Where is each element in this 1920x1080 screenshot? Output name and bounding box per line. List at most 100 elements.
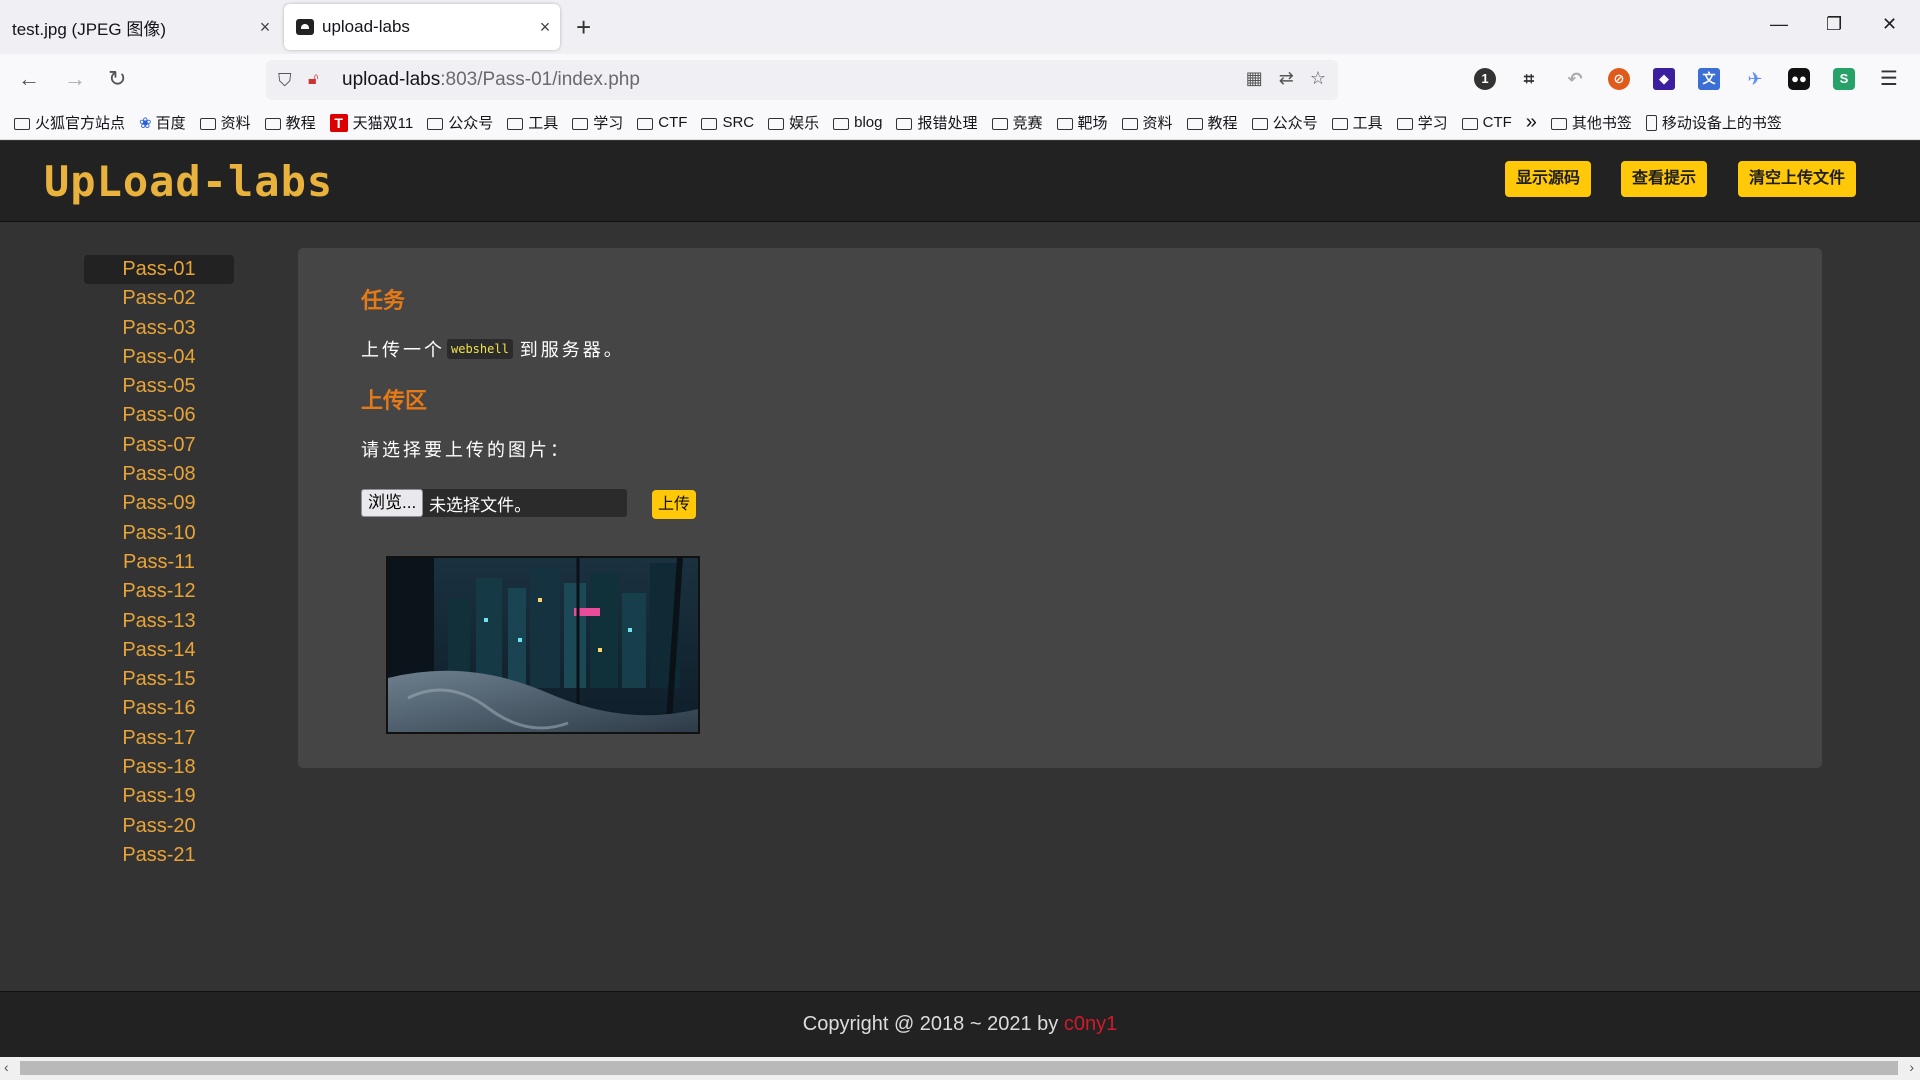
sidebar-item-pass-19[interactable]: Pass-19 xyxy=(84,782,234,811)
extension-bird-icon[interactable]: ✈ xyxy=(1744,68,1766,90)
bookmark-item[interactable]: T 天猫双11 xyxy=(329,112,413,133)
file-input[interactable]: 浏览... 未选择文件。 xyxy=(361,489,627,517)
bookmark-item[interactable]: 学习 xyxy=(572,112,623,133)
restore-window-icon[interactable]: ❐ xyxy=(1826,14,1842,35)
extension-1password-icon[interactable]: 1 xyxy=(1474,68,1496,90)
sidebar-item-pass-01[interactable]: Pass-01 xyxy=(84,255,234,285)
bookmark-item[interactable]: 报错处理 xyxy=(896,112,978,133)
tab-close-icon[interactable]: × xyxy=(250,17,280,38)
browse-button[interactable]: 浏览... xyxy=(361,489,424,517)
bookmark-item[interactable]: CTF xyxy=(1461,114,1512,131)
bookmark-item[interactable]: 娱乐 xyxy=(768,112,819,133)
bookmark-label: 资料 xyxy=(1142,115,1173,132)
close-window-icon[interactable]: ✕ xyxy=(1882,14,1897,35)
bookmark-item[interactable]: 资料 xyxy=(199,112,251,133)
folder-icon xyxy=(1186,117,1203,130)
bookmark-item[interactable]: ❀ 百度 xyxy=(139,112,186,133)
translate-icon[interactable]: ⇄ xyxy=(1279,68,1294,89)
bookmark-label: 百度 xyxy=(155,115,186,132)
extension-stack-icon[interactable]: ◆ xyxy=(1653,68,1675,90)
bookmark-item[interactable]: 资料 xyxy=(1121,112,1173,133)
sidebar-item-pass-07[interactable]: Pass-07 xyxy=(84,431,234,460)
bookmark-label: 火狐官方站点 xyxy=(35,115,126,132)
bookmark-item[interactable]: 工具 xyxy=(1331,112,1383,133)
sidebar-item-pass-18[interactable]: Pass-18 xyxy=(84,753,234,782)
bookmark-item[interactable]: CTF xyxy=(637,114,687,131)
tab-upload-labs[interactable]: upload-labs × xyxy=(284,4,560,50)
new-tab-button[interactable]: + xyxy=(576,14,591,40)
sidebar-item-pass-16[interactable]: Pass-16 xyxy=(84,694,234,723)
bookmark-item[interactable]: 教程 xyxy=(1186,112,1238,133)
bookmark-star-icon[interactable]: ☆ xyxy=(1310,68,1326,89)
task-title: 任务 xyxy=(361,288,406,313)
sidebar-item-pass-05[interactable]: Pass-05 xyxy=(84,372,234,401)
folder-icon xyxy=(1331,117,1348,130)
qr-code-icon[interactable]: ▦ xyxy=(1246,68,1263,89)
back-arrow-icon[interactable]: ← xyxy=(18,66,40,92)
browser-nav-bar: ← → ↻ ⛉ 🔓︎ upload-labs:803/Pass-01/index… xyxy=(0,54,1920,106)
forward-arrow-icon[interactable]: → xyxy=(64,66,86,92)
bookmark-item[interactable]: 竞赛 xyxy=(991,112,1043,133)
scroll-right-icon[interactable]: › xyxy=(1909,1059,1914,1075)
upload-area-title: 上传区 xyxy=(361,388,428,413)
horizontal-scrollbar[interactable]: ‹ › xyxy=(0,1057,1920,1080)
bookmark-item[interactable]: 教程 xyxy=(264,112,316,133)
bookmark-item[interactable]: 工具 xyxy=(507,112,558,133)
address-bar[interactable]: ⛉ 🔓︎ upload-labs:803/Pass-01/index.php ▦… xyxy=(266,60,1338,100)
extension-s-icon[interactable]: S xyxy=(1833,68,1855,90)
bookmark-item[interactable]: 公众号 xyxy=(427,112,493,133)
sidebar-item-pass-06[interactable]: Pass-06 xyxy=(84,401,234,430)
sidebar-item-pass-21[interactable]: Pass-21 xyxy=(84,841,234,870)
crop-icon[interactable]: ⌗ xyxy=(1518,68,1540,90)
sidebar-item-pass-04[interactable]: Pass-04 xyxy=(84,343,234,372)
sidebar-item-pass-10[interactable]: Pass-10 xyxy=(84,519,234,548)
bookmark-label: 公众号 xyxy=(448,115,494,132)
scrollbar-thumb[interactable] xyxy=(20,1061,1898,1075)
view-hint-button[interactable]: 查看提示 xyxy=(1621,161,1708,197)
insecure-lock-icon[interactable]: 🔓︎ xyxy=(308,71,328,89)
tab-close-icon[interactable]: × xyxy=(530,17,560,38)
task-prefix: 上传一个 xyxy=(361,340,445,360)
bookmark-item[interactable]: 公众号 xyxy=(1251,112,1318,133)
sidebar-item-pass-20[interactable]: Pass-20 xyxy=(84,812,234,841)
extension-tampermonkey-icon[interactable]: ●● xyxy=(1788,68,1810,90)
sidebar-item-pass-12[interactable]: Pass-12 xyxy=(84,577,234,606)
sidebar-item-pass-14[interactable]: Pass-14 xyxy=(84,636,234,665)
sidebar-item-pass-17[interactable]: Pass-17 xyxy=(84,724,234,753)
bookmarks-overflow-button[interactable]: » xyxy=(1526,111,1537,134)
reload-icon[interactable]: ↻ xyxy=(108,66,126,92)
url-text[interactable]: upload-labs:803/Pass-01/index.php xyxy=(342,69,640,91)
sidebar-item-pass-15[interactable]: Pass-15 xyxy=(84,665,234,694)
tracking-shield-icon[interactable]: ⛉ xyxy=(278,70,298,91)
undo-icon[interactable]: ↶ xyxy=(1564,68,1586,90)
scroll-left-icon[interactable]: ‹ xyxy=(4,1059,9,1075)
sidebar-item-pass-08[interactable]: Pass-08 xyxy=(84,460,234,489)
city-night-image xyxy=(388,558,698,732)
sidebar-item-pass-11[interactable]: Pass-11 xyxy=(84,548,234,577)
mobile-bookmarks-folder[interactable]: 移动设备上的书签 xyxy=(1645,112,1782,133)
extension-block-icon[interactable]: ⊘ xyxy=(1608,68,1630,90)
upload-button[interactable]: 上传 xyxy=(652,490,697,519)
extension-translate-icon[interactable]: 文 xyxy=(1698,68,1720,90)
folder-icon xyxy=(427,117,444,130)
sidebar-item-pass-02[interactable]: Pass-02 xyxy=(84,284,234,313)
author-link[interactable]: c0ny1 xyxy=(1064,1013,1117,1035)
folder-icon xyxy=(199,117,216,130)
bookmark-item[interactable]: 靶场 xyxy=(1056,112,1108,133)
tab-test-jpg[interactable]: test.jpg (JPEG 图像) × xyxy=(0,4,280,50)
sidebar-item-pass-09[interactable]: Pass-09 xyxy=(84,489,234,518)
other-bookmarks-folder[interactable]: 其他书签 xyxy=(1550,112,1632,133)
bookmark-label: SRC xyxy=(722,114,755,131)
bookmark-label: 竞赛 xyxy=(1012,115,1043,132)
bookmark-item[interactable]: SRC xyxy=(701,114,754,131)
bookmark-item[interactable]: 学习 xyxy=(1396,112,1448,133)
clear-uploads-button[interactable]: 清空上传文件 xyxy=(1738,161,1857,197)
sidebar-item-pass-03[interactable]: Pass-03 xyxy=(84,314,234,343)
bookmark-item[interactable]: 火狐官方站点 xyxy=(14,112,125,133)
sidebar-item-pass-13[interactable]: Pass-13 xyxy=(84,607,234,636)
menu-icon[interactable]: ☰ xyxy=(1878,68,1900,90)
tmall-icon: T xyxy=(329,113,348,132)
show-source-button[interactable]: 显示源码 xyxy=(1505,161,1592,197)
bookmark-item[interactable]: blog xyxy=(833,114,882,131)
minimize-window-icon[interactable]: — xyxy=(1770,14,1788,35)
